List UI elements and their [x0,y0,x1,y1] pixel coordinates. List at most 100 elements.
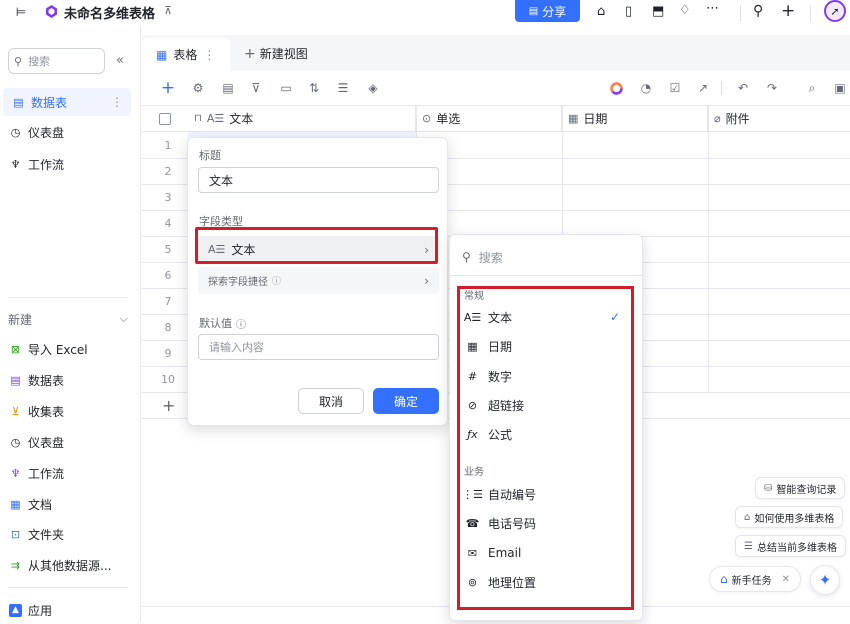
sidebar-item-workflow[interactable]: ♆ 工作流 [0,150,141,178]
menu-item-formula[interactable]: ƒx 公式 [450,420,642,448]
menu-item-label: 自动编号 [488,487,537,502]
sidebar-new-folder[interactable]: ⊡ 文件夹 [0,520,141,548]
type-search-input[interactable]: ⚲ 搜索 [458,245,634,269]
sidebar-item-label: 工作流 [28,466,65,481]
group-icon[interactable]: ▭ [278,80,294,96]
close-icon[interactable]: ✕ [782,574,790,585]
find-icon[interactable]: ⌕ [804,80,820,96]
comment-icon[interactable]: ▣ [832,80,848,96]
sidebar-new-datasource[interactable]: ⇉ 从其他数据源... [0,551,141,579]
redo-icon[interactable]: ↷ [764,80,780,96]
sidebar-new-workflow[interactable]: ♆ 工作流 [0,459,141,487]
app-title[interactable]: 未命名多维表格 [64,3,155,22]
sidebar-new-doc[interactable]: ▦ 文档 [0,490,141,518]
chevron-right-icon: › [424,273,429,288]
ai-assistant-button[interactable]: ✦ [810,565,840,595]
column-header-single-select[interactable]: ⊙ 单选 [416,105,562,132]
avatar[interactable]: ➚ [824,0,846,22]
field-title-input[interactable]: 文本 [198,167,439,193]
row-height-icon[interactable]: ☰ [335,80,351,96]
checkbox-icon[interactable] [159,112,171,125]
summarize-button[interactable]: ☰ 总结当前多维表格 [735,535,846,557]
more-icon[interactable]: ⋯ [706,1,719,16]
tab-grid-view[interactable]: ▦ 表格 ⋮ [142,38,230,71]
robot-icon[interactable]: ⌂ [597,4,605,19]
share-view-icon[interactable]: ↗ [695,80,711,96]
sidebar-new-dashboard[interactable]: ◷ 仪表盘 [0,428,141,456]
lock-icon: ⊓ [194,113,202,124]
default-value-input[interactable]: 请输入内容 [198,334,439,360]
top-bar: ⊨ 未命名多维表格 ⊼ ▤ 分享 ⌂ ▯ ⬒ ♢ ⋯ ⚲ + ➚ [0,0,850,26]
menu-item-email[interactable]: ✉ Email [450,539,642,567]
new-view-button[interactable]: + 新建视图 [244,45,308,62]
checklist-icon[interactable]: ☑ [667,80,683,96]
fill-color-icon[interactable]: ◈ [365,80,381,96]
text-icon: A☰ [206,112,225,125]
share-button[interactable]: ▤ 分享 [515,0,580,22]
new-section-header[interactable]: 新建 ⌵ [8,310,128,328]
sidebar-new-form[interactable]: ⊻ 收集表 [0,397,141,425]
sidebar-new-datatable[interactable]: ▤ 数据表 [0,366,141,394]
sort-icon[interactable]: ⇅ [306,80,322,96]
table-icon: ▤ [13,95,24,109]
menu-item-date[interactable]: ▦ 日期 [450,332,642,360]
field-config-icon[interactable]: ▤ [220,80,236,96]
header-select-all[interactable] [142,105,188,132]
field-shortcut-button[interactable]: 探索字段捷径 ⓘ › [198,267,439,294]
menu-item-text[interactable]: A☰ 文本 ✓ [450,303,642,331]
menu-item-link[interactable]: ⊘ 超链接 [450,391,642,419]
undo-icon[interactable]: ↶ [735,80,751,96]
sidebar-item-dashboard[interactable]: ◷ 仪表盘 [0,118,141,146]
sidebar-new-import-excel[interactable]: ⊠ 导入 Excel [0,335,141,363]
bell-icon[interactable]: ♢ [679,3,691,18]
column-label: 日期 [583,112,608,126]
col-line [708,105,709,392]
more-vertical-icon[interactable]: ⋮ [111,95,123,109]
divider [8,587,128,588]
ai-icon[interactable] [608,80,624,96]
smart-query-history-button[interactable]: ⛁ 智能查询记录 [755,477,846,499]
cancel-button[interactable]: 取消 [298,388,364,414]
field-type-label: 字段类型 [199,215,243,228]
divider [8,297,128,298]
column-header-date[interactable]: ▦ 日期 [562,105,708,132]
field-title-value: 文本 [209,173,234,188]
filter-icon[interactable]: ⊽ [248,80,264,96]
sidebar-toggle-icon[interactable]: ⊨ [14,5,28,19]
how-to-use-button[interactable]: ⌂ 如何使用多维表格 [735,506,844,528]
email-icon: ✉ [467,546,478,560]
more-vertical-icon[interactable]: ⋮ [203,48,215,62]
column-header-attachment[interactable]: ⌀ 附件 [708,105,850,132]
field-type-select[interactable]: A☰ 文本 › [198,236,439,263]
plugin-icon[interactable]: ⬒ [652,4,664,19]
add-row-icon[interactable]: + [162,396,175,415]
automation-icon[interactable]: ◔ [638,80,654,96]
menu-item-label: 文本 [488,310,513,325]
sidebar-search-input[interactable]: ⚲ 搜索 [8,48,105,74]
date-icon: ▦ [568,112,579,125]
collapse-sidebar-icon[interactable]: « [116,53,124,68]
menu-item-autonumber[interactable]: ⋮☰ 自动编号 [450,480,642,508]
settings-icon[interactable]: ⚙ [190,80,206,96]
menu-item-phone[interactable]: ☎ 电话号码 [450,509,642,537]
add-record-icon[interactable]: + [160,78,176,98]
sidebar-item-datatable[interactable]: ▤ 数据表 ⋮ [3,88,131,116]
info-icon: ⓘ [272,277,282,287]
excel-icon: ⊠ [10,342,21,356]
confirm-button[interactable]: 确定 [373,388,439,414]
menu-item-number[interactable]: # 数字 [450,362,642,390]
search-placeholder: 搜索 [28,55,51,68]
history-doc-icon[interactable]: ▯ [625,4,632,19]
sidebar-apps[interactable]: ▲ 应用 [0,596,141,624]
menu-item-location[interactable]: ⊚ 地理位置 [450,568,642,596]
default-value-label: 默认值 [199,317,232,330]
search-icon[interactable]: ⚲ [753,3,763,19]
plus-icon[interactable]: + [781,1,795,21]
workflow-icon: ♆ [10,157,21,171]
newbie-task-button[interactable]: ⌂ 新手任务 ✕ [709,566,802,592]
dashboard-icon: ◷ [10,125,21,139]
pin-icon[interactable]: ⊼ [164,4,172,17]
column-header-text[interactable]: ⊓ A☰ 文本 [188,105,416,132]
sidebar: ⚲ 搜索 « ▤ 数据表 ⋮ ◷ 仪表盘 ♆ 工作流 新建 ⌵ ⊠ 导入 Exc… [0,26,141,621]
search-icon: ⚲ [462,250,471,264]
